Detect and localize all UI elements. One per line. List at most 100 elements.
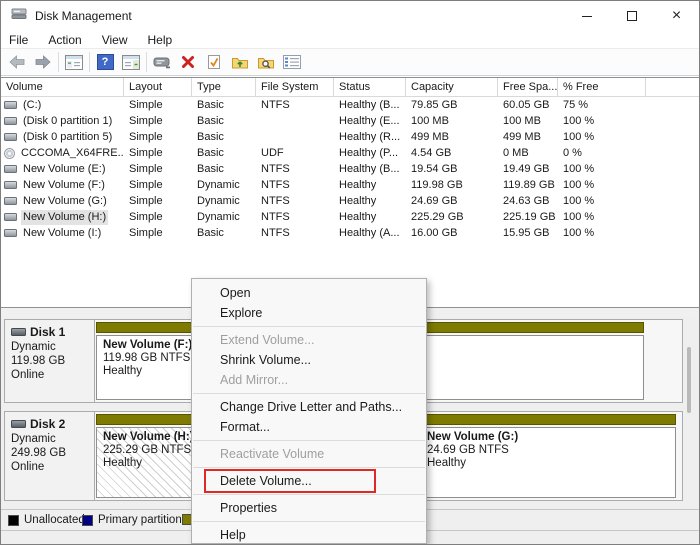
help-icon: ? xyxy=(97,54,114,70)
table-row[interactable]: New Volume (G:)SimpleDynamicNTFSHealthy2… xyxy=(1,193,699,209)
disk-icon xyxy=(4,197,17,205)
legend-label: Primary partition xyxy=(98,514,182,526)
menu-action[interactable]: Action xyxy=(38,33,91,47)
table-row[interactable]: CCCOMA_X64FRE...SimpleBasicUDFHealthy (P… xyxy=(1,145,699,161)
action-pane-button[interactable] xyxy=(118,50,144,74)
column-header-pct-free[interactable]: % Free xyxy=(558,78,646,96)
disk-info-line: Dynamic xyxy=(11,433,94,445)
context-menu-item-shrink-volume[interactable]: Shrink Volume... xyxy=(192,350,426,370)
context-menu-item-delete-volume[interactable]: Delete Volume... xyxy=(192,471,426,491)
table-cell: Healthy (A... xyxy=(334,225,406,241)
context-menu: OpenExplore Extend Volume...Shrink Volume… xyxy=(191,278,427,544)
volume-color-band xyxy=(420,414,676,425)
menu-separator xyxy=(193,440,425,441)
table-cell: Healthy (P... xyxy=(334,145,406,161)
context-menu-item-extend-volume[interactable]: Extend Volume... xyxy=(192,330,426,350)
table-cell: 0 MB xyxy=(498,145,558,161)
console-tree-button[interactable] xyxy=(61,50,87,74)
context-menu-item-change-drive-letter-and-paths[interactable]: Change Drive Letter and Paths... xyxy=(192,397,426,417)
volume-region[interactable]: New Volume (G:)24.69 GB NTFSHealthy xyxy=(420,414,676,498)
forward-icon xyxy=(35,55,51,69)
disk-label-panel[interactable]: Disk 1Dynamic119.98 GBOnline xyxy=(5,320,95,402)
table-cell: 100 % xyxy=(558,129,646,145)
volume-list-header: Volume Layout Type File System Status Ca… xyxy=(1,78,699,97)
delete-button[interactable] xyxy=(175,50,201,74)
column-header-volume[interactable]: Volume xyxy=(1,78,124,96)
cd-drive-icon xyxy=(4,148,15,159)
volume-cell: CCCOMA_X64FRE... xyxy=(1,145,124,161)
menu-file[interactable]: File xyxy=(9,33,38,47)
table-row[interactable]: New Volume (F:)SimpleDynamicNTFSHealthy1… xyxy=(1,177,699,193)
table-cell: Simple xyxy=(124,193,192,209)
disk-info-line: 119.98 GB xyxy=(11,355,94,367)
column-header-type[interactable]: Type xyxy=(192,78,256,96)
context-menu-item-explore[interactable]: Explore xyxy=(192,303,426,323)
table-cell: 75 % xyxy=(558,97,646,113)
table-cell: 100 MB xyxy=(498,113,558,129)
column-header-layout[interactable]: Layout xyxy=(124,78,192,96)
column-header-free-space[interactable]: Free Spa... xyxy=(498,78,558,96)
forward-button[interactable] xyxy=(30,50,56,74)
volume-name: New Volume (H:) xyxy=(21,210,108,225)
legend-swatch xyxy=(82,515,93,526)
menu-separator xyxy=(193,494,425,495)
monitor-button[interactable] xyxy=(149,50,175,74)
close-button[interactable]: × xyxy=(654,1,699,31)
table-cell: Basic xyxy=(192,225,256,241)
table-row[interactable]: (Disk 0 partition 1)SimpleBasicHealthy (… xyxy=(1,113,699,129)
context-menu-item-add-mirror[interactable]: Add Mirror... xyxy=(192,370,426,390)
volume-cell: (C:) xyxy=(1,97,124,113)
volume-region-health: Healthy xyxy=(427,457,675,469)
table-cell: 24.69 GB xyxy=(406,193,498,209)
table-cell: 100 % xyxy=(558,209,646,225)
disk-name: Disk 1 xyxy=(11,325,94,339)
window-controls: × xyxy=(564,1,699,31)
context-menu-item-reactivate-volume[interactable]: Reactivate Volume xyxy=(192,444,426,464)
table-cell: 19.49 GB xyxy=(498,161,558,177)
check-document-icon xyxy=(207,54,221,70)
explore-button[interactable] xyxy=(253,50,279,74)
volume-cell: New Volume (E:) xyxy=(1,161,124,177)
table-row[interactable]: New Volume (I:)SimpleBasicNTFSHealthy (A… xyxy=(1,225,699,241)
properties-button[interactable] xyxy=(201,50,227,74)
volume-cell: New Volume (H:) xyxy=(1,209,124,225)
table-row[interactable]: New Volume (H:)SimpleDynamicNTFSHealthy2… xyxy=(1,209,699,225)
app-icon xyxy=(11,7,27,25)
context-menu-item-properties[interactable]: Properties xyxy=(192,498,426,518)
disk-label-panel[interactable]: Disk 2Dynamic249.98 GBOnline xyxy=(5,412,95,500)
disk-icon xyxy=(4,117,17,125)
context-menu-item-help[interactable]: Help xyxy=(192,525,426,544)
menu-help[interactable]: Help xyxy=(138,33,183,47)
table-cell: 15.95 GB xyxy=(498,225,558,241)
legend-item: Unallocated xyxy=(8,514,85,526)
maximize-button[interactable] xyxy=(609,1,654,31)
context-menu-item-open[interactable]: Open xyxy=(192,283,426,303)
table-cell: Dynamic xyxy=(192,177,256,193)
table-cell: 499 MB xyxy=(498,129,558,145)
column-header-capacity[interactable]: Capacity xyxy=(406,78,498,96)
scrollbar-thumb[interactable] xyxy=(687,347,691,413)
menu-view[interactable]: View xyxy=(92,33,138,47)
open-button[interactable] xyxy=(227,50,253,74)
window-title: Disk Management xyxy=(35,9,132,23)
table-cell: 100 MB xyxy=(406,113,498,129)
volume-name: CCCOMA_X64FRE... xyxy=(19,146,124,161)
details-button[interactable] xyxy=(279,50,305,74)
table-row[interactable]: (C:)SimpleBasicNTFSHealthy (B...79.85 GB… xyxy=(1,97,699,113)
table-row[interactable]: (Disk 0 partition 5)SimpleBasicHealthy (… xyxy=(1,129,699,145)
details-icon xyxy=(283,55,301,69)
title-bar: Disk Management × xyxy=(1,1,699,31)
table-cell: NTFS xyxy=(256,161,334,177)
table-cell: Simple xyxy=(124,209,192,225)
column-header-status[interactable]: Status xyxy=(334,78,406,96)
volume-region-body: New Volume (G:)24.69 GB NTFSHealthy xyxy=(420,427,676,498)
context-menu-item-format[interactable]: Format... xyxy=(192,417,426,437)
column-header-file-system[interactable]: File System xyxy=(256,78,334,96)
table-cell: Healthy xyxy=(334,193,406,209)
disk-name: Disk 2 xyxy=(11,417,94,431)
back-button[interactable] xyxy=(4,50,30,74)
menu-separator xyxy=(193,521,425,522)
minimize-button[interactable] xyxy=(564,1,609,31)
help-button[interactable]: ? xyxy=(92,50,118,74)
table-row[interactable]: New Volume (E:)SimpleBasicNTFSHealthy (B… xyxy=(1,161,699,177)
